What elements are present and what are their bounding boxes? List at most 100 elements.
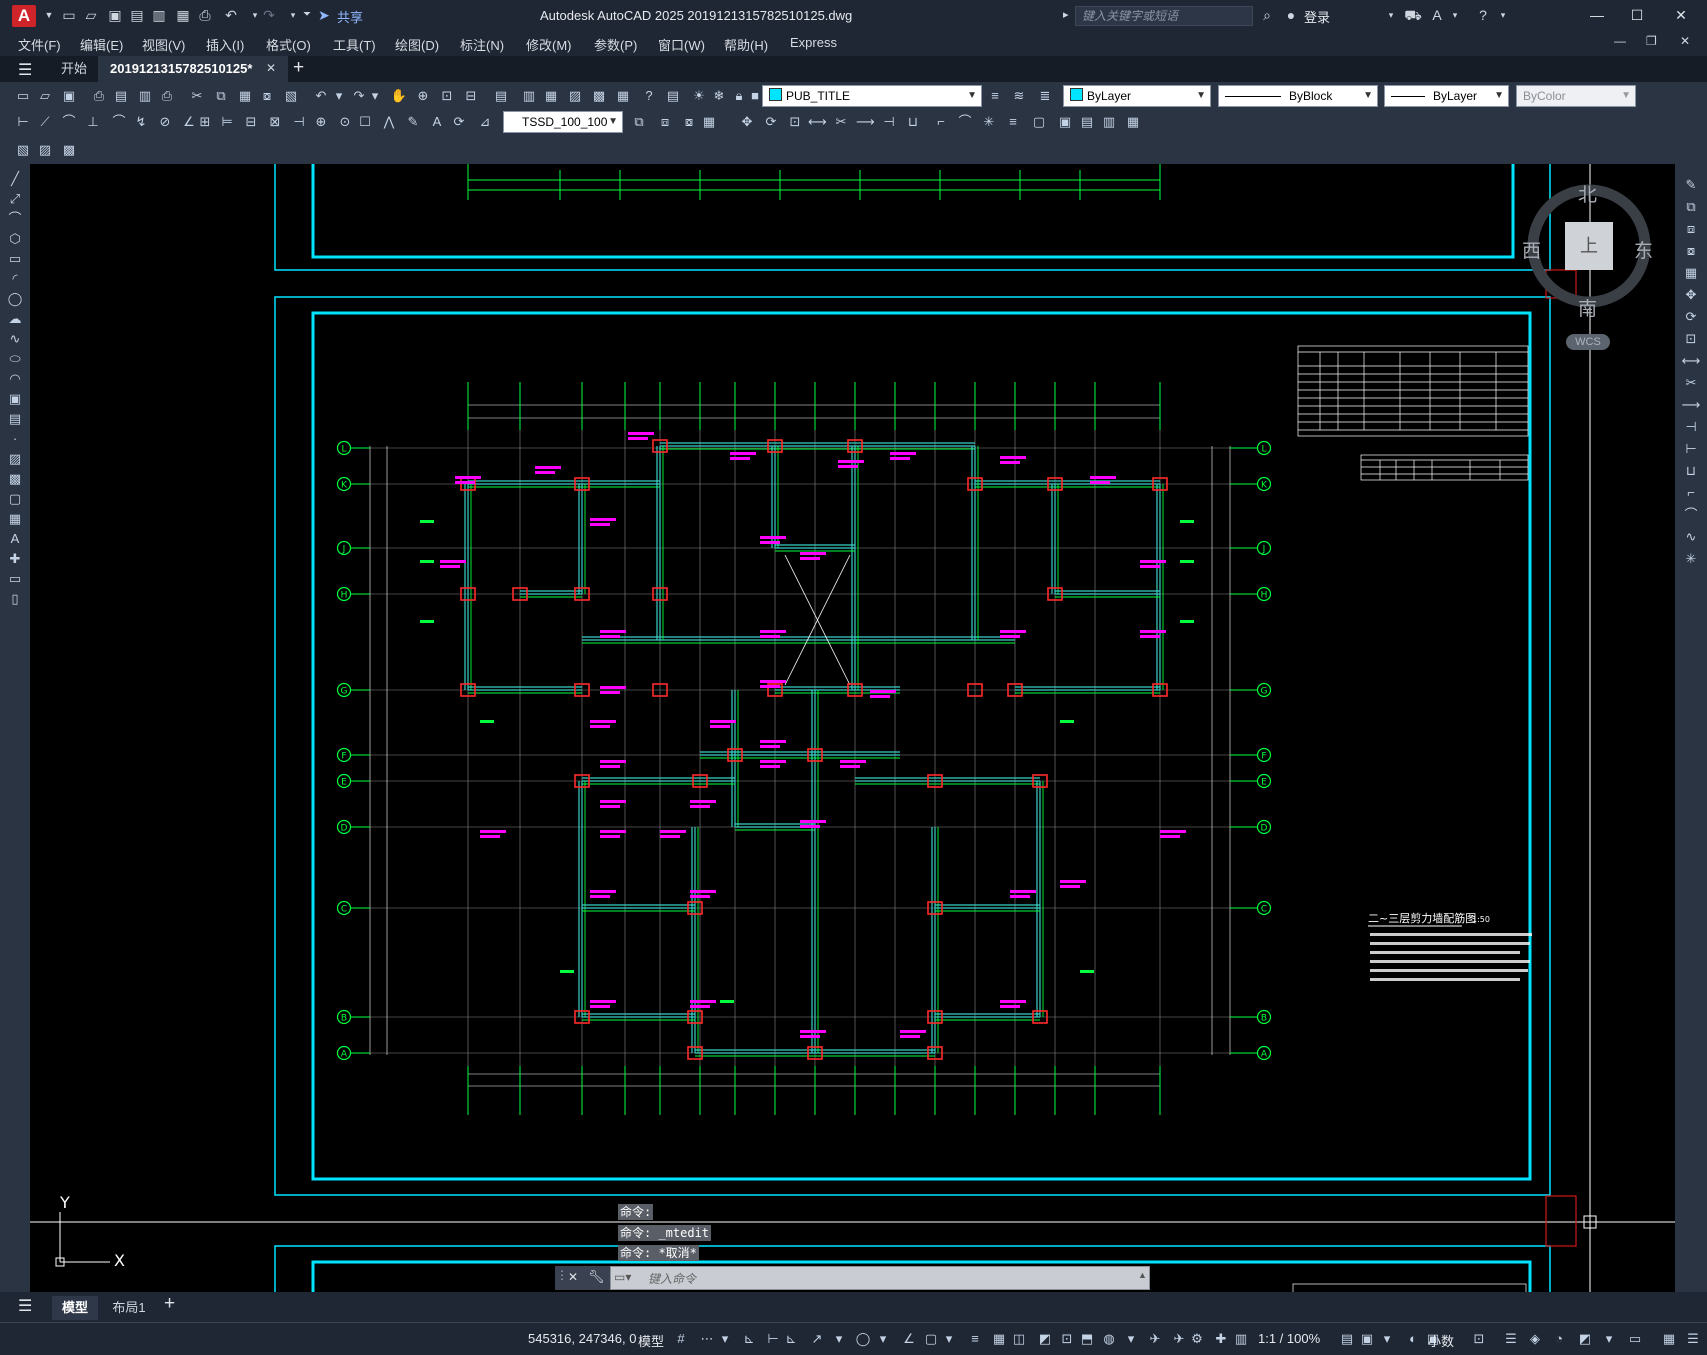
wcs-menu-button[interactable]: WCS (1566, 334, 1610, 350)
plotstyle-dropdown[interactable]: ByColor ▼ (1516, 85, 1636, 107)
app-menu-button[interactable]: A (12, 5, 36, 27)
offset-tool-icon[interactable]: ⧇ (1681, 242, 1701, 260)
new-layout-icon[interactable]: + (164, 1293, 175, 1315)
zoom-realtime-icon[interactable]: ⊕ (414, 87, 432, 105)
new-file-icon[interactable]: ▭ (60, 6, 78, 24)
lock-ui-icon[interactable]: ▾ (1378, 1330, 1396, 1348)
command-customize-icon[interactable]: 🔧︎ (588, 1269, 605, 1285)
blend-tool-icon[interactable]: ∿ (1681, 528, 1701, 546)
zoom-window-icon[interactable]: ⊡ (438, 87, 456, 105)
publish-icon[interactable]: ▥ (150, 6, 168, 24)
text-edit-icon[interactable]: ▨ (36, 141, 54, 159)
region-tool-icon[interactable]: ▢ (5, 490, 25, 508)
insert-icon[interactable]: ▥ (1100, 113, 1118, 131)
preview-icon[interactable]: ▤ (112, 87, 130, 105)
tab-start[interactable]: 开始 (52, 56, 96, 82)
array-tool-icon[interactable]: ▦ (1681, 264, 1701, 282)
wipeout-icon[interactable]: ▯ (5, 590, 25, 608)
undo-icon[interactable]: ↶ (312, 87, 330, 105)
copy-icon[interactable]: ⧉ (212, 87, 230, 105)
jogged-linear-icon[interactable]: ⋀ (380, 113, 398, 131)
search-expand-icon[interactable]: ▸ (1063, 8, 1069, 21)
performance-icon[interactable]: ◔ (1550, 1330, 1568, 1348)
offset-icon[interactable]: ⧇ (680, 113, 698, 131)
selection-cycling-icon[interactable]: ◫ (1010, 1330, 1028, 1348)
print-icon[interactable]: ⎙ (196, 6, 214, 24)
sheet-set-icon[interactable]: ▨ (566, 87, 584, 105)
redo-list-icon[interactable]: ▾ (366, 87, 384, 105)
revcloud-tool-icon[interactable]: ☁ (5, 310, 25, 328)
ortho-toggle-icon[interactable]: ⊾ (782, 1330, 800, 1348)
viewcube-east[interactable]: 东 (1634, 236, 1653, 263)
menu-file[interactable]: 文件(F) (18, 35, 61, 54)
annotation-visibility-icon[interactable]: ✈ (1146, 1330, 1164, 1348)
dim-edit-icon[interactable]: ✎ (404, 113, 422, 131)
close-button[interactable]: ✕ (1666, 4, 1696, 26)
tab-layout1[interactable]: 布局1 (106, 1296, 152, 1320)
doc-restore-button[interactable]: ❐ (1646, 34, 1657, 48)
gizmo-dropdown-icon[interactable]: ▾ (1122, 1330, 1140, 1348)
zoom-previous-icon[interactable]: ⊟ (462, 87, 480, 105)
paste-icon[interactable]: ▦ (236, 87, 254, 105)
units-icon[interactable]: ▤ (1338, 1330, 1356, 1348)
hatch-tool-icon[interactable]: ▨ (5, 450, 25, 468)
layer-dropdown[interactable]: PUB_TITLE ▼ (762, 85, 982, 107)
menu-express[interactable]: Express (790, 35, 837, 50)
viewcube-south[interactable]: 南 (1578, 294, 1597, 321)
gizmo-icon[interactable]: ◍ (1100, 1330, 1118, 1348)
menu-format[interactable]: 格式(O) (266, 35, 311, 54)
group-icon[interactable]: ▢ (1030, 113, 1048, 131)
spline-tool-icon[interactable]: ∿ (5, 330, 25, 348)
object-snap-tracking-icon[interactable]: ∠ (900, 1330, 918, 1348)
dynamic-ucs-icon[interactable]: ⊡ (1058, 1330, 1076, 1348)
search-input[interactable]: 键入关键字或短语 (1075, 6, 1253, 26)
clean-screen-icon[interactable]: ⊡ (1470, 1330, 1488, 1348)
search-icon[interactable]: ⌕ (1258, 6, 1276, 24)
stretch-tool-icon[interactable]: ⟷ (1681, 352, 1701, 370)
autodesk-account-icon[interactable]: A (1428, 6, 1446, 24)
open-icon[interactable]: ▱ (36, 87, 54, 105)
dim-text-edit-icon[interactable]: A (428, 113, 446, 131)
tab-close-icon[interactable]: ✕ (266, 61, 276, 75)
tab-document[interactable]: 20191213157825101​25* (98, 56, 288, 82)
annotation-monitor-icon[interactable]: ▥ (1232, 1330, 1250, 1348)
array-icon[interactable]: ▦ (700, 113, 718, 131)
stretch-icon[interactable]: ⟷ (808, 113, 827, 131)
scale-tool-icon[interactable]: ⊡ (1681, 330, 1701, 348)
undo-list-icon[interactable]: ▾ (330, 87, 348, 105)
cut-icon[interactable]: ✂ (188, 87, 206, 105)
share-button[interactable]: 共享 (337, 7, 363, 26)
jogged-icon[interactable]: ↯ (132, 113, 150, 131)
menu-view[interactable]: 视图(V) (142, 35, 185, 54)
menu-draw[interactable]: 绘图(D) (395, 35, 439, 54)
doc-minimize-button[interactable]: — (1614, 34, 1626, 48)
join-icon[interactable]: ⊔ (904, 113, 922, 131)
properties-icon[interactable]: ▤ (492, 87, 510, 105)
infer-constraints-icon[interactable]: ⊾ (740, 1330, 758, 1348)
point-tool-icon[interactable]: · (5, 430, 25, 448)
cart-icon[interactable]: ⛟ (1404, 6, 1422, 24)
workspace-icon[interactable]: ✚ (1212, 1330, 1230, 1348)
mtext-tool-icon[interactable]: A (5, 530, 25, 548)
object-snap-icon[interactable]: ▢ (922, 1330, 940, 1348)
customize-quick-access-icon[interactable]: ⏷ (298, 6, 316, 24)
erase-tool-icon[interactable]: ✎ (1681, 176, 1701, 194)
explode-tool-icon[interactable]: ✳ (1681, 550, 1701, 568)
model-space-toggle[interactable]: 模型 (638, 1331, 664, 1350)
scale-icon[interactable]: ⊡ (786, 113, 804, 131)
ellipse-arc-tool-icon[interactable]: ◠ (5, 370, 25, 388)
command-grip-icon[interactable]: ⋮ (556, 1268, 568, 1282)
chamfer-tool-icon[interactable]: ⌐ (1681, 484, 1701, 502)
viewcube-west[interactable]: 西 (1522, 236, 1541, 263)
minimize-button[interactable]: — (1582, 4, 1612, 26)
break-tool-icon[interactable]: ⊢ (1681, 440, 1701, 458)
polygon-tool-icon[interactable]: ⬡ (5, 230, 25, 248)
diameter-icon[interactable]: ⊘ (156, 113, 174, 131)
annotation-scale[interactable]: 1:1 / 100% (1258, 1331, 1320, 1346)
isolate-objects-icon[interactable]: ◐ (1404, 1330, 1422, 1348)
publish-icon[interactable]: ▥ (136, 87, 154, 105)
doc-close-button[interactable]: ✕ (1680, 34, 1690, 48)
inspect-icon[interactable]: ☐ (356, 113, 374, 131)
fillet-icon[interactable]: ⌒ (956, 113, 974, 131)
dim-break-icon[interactable]: ⊣ (290, 113, 308, 131)
